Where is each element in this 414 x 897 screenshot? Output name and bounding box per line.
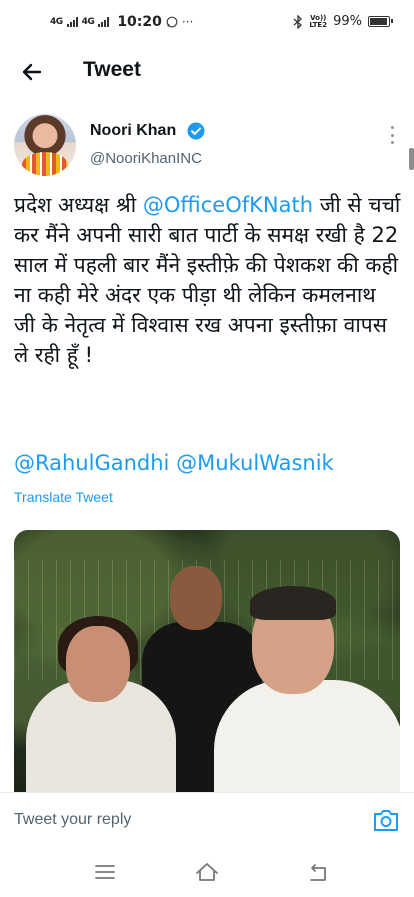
tweet-photo[interactable]	[14, 530, 400, 792]
signal-icon	[66, 17, 78, 27]
mention-link[interactable]: @OfficeOfKNath	[143, 193, 313, 217]
author-handle[interactable]: @NooriKhanINC	[90, 150, 202, 167]
photo-person-middle-head	[170, 566, 222, 630]
verified-badge-icon	[187, 122, 205, 140]
tweet-text-part-2: जी से चर्चा कर मैंने अपनी सारी बात पार्ट…	[14, 193, 401, 367]
mention-link[interactable]: @MukulWasnik	[176, 451, 334, 475]
mentions-line: @RahulGandhi @MukulWasnik	[14, 448, 334, 478]
signal-icon	[98, 17, 110, 27]
volte-indicator: Vo)) LTE2	[309, 14, 328, 29]
mention-link[interactable]: @RahulGandhi	[14, 451, 169, 475]
status-left: 4G 4G 10:20 ···	[50, 14, 193, 30]
more-vertical-icon[interactable]	[388, 126, 396, 144]
reply-bar: Tweet your reply	[0, 792, 414, 847]
battery-icon	[368, 16, 393, 27]
battery-percent: 99%	[333, 14, 362, 29]
whatsapp-icon	[166, 16, 178, 28]
camera-icon[interactable]	[372, 807, 400, 833]
top-app-bar: Tweet	[0, 44, 414, 98]
photo-person-right-hair	[250, 586, 336, 620]
back-icon[interactable]	[304, 859, 330, 885]
battery-fill	[370, 18, 387, 25]
avatar-garland	[22, 152, 68, 176]
menu-icon[interactable]	[92, 859, 118, 885]
network-label-2: 4G	[81, 17, 95, 27]
network-label-1: 4G	[50, 17, 63, 27]
photo-person-right	[214, 680, 400, 792]
home-icon[interactable]	[194, 859, 220, 885]
clock: 10:20	[117, 14, 162, 30]
photo-person-left-head	[66, 626, 130, 702]
arrow-left-icon[interactable]	[18, 58, 46, 86]
page-title: Tweet	[83, 58, 141, 81]
system-nav-bar	[0, 847, 414, 897]
translate-tweet-link[interactable]: Translate Tweet	[14, 489, 113, 505]
status-bar: 4G 4G 10:20 ··· Vo)) LTE2 99%	[0, 0, 414, 44]
author-name[interactable]: Noori Khan	[90, 122, 176, 140]
bluetooth-icon	[293, 14, 303, 29]
avatar[interactable]	[14, 114, 76, 176]
tweet-text-part-1: प्रदेश अध्यक्ष श्री	[14, 193, 143, 217]
tweet-text: प्रदेश अध्यक्ष श्री @OfficeOfKNath जी से…	[14, 190, 402, 370]
volte-line-2: LTE2	[309, 20, 328, 29]
reply-input[interactable]: Tweet your reply	[14, 811, 131, 829]
status-right: Vo)) LTE2 99%	[293, 14, 393, 29]
status-more: ···	[181, 15, 194, 29]
scrollbar[interactable]	[409, 148, 414, 170]
